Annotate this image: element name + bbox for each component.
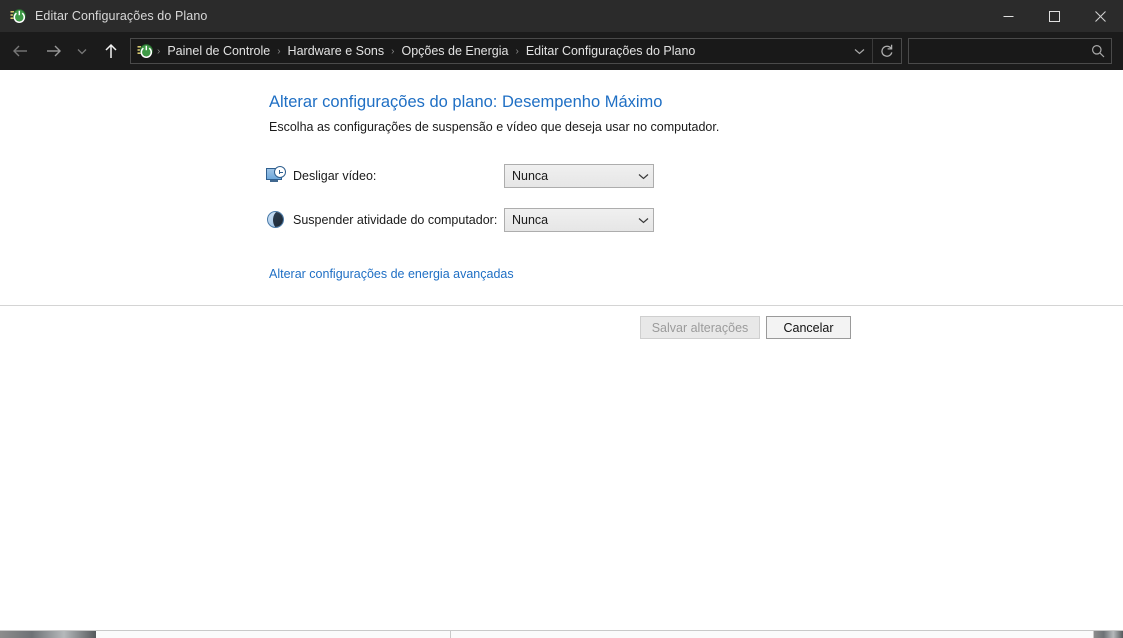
maximize-button[interactable] <box>1031 0 1077 32</box>
chevron-down-icon <box>633 217 653 224</box>
navigation-bar: › Painel de Controle › Hardware e Sons ›… <box>0 32 1123 70</box>
setting-label-sleep: Suspender atividade do computador: <box>293 213 498 227</box>
breadcrumb-separator: › <box>391 45 395 57</box>
breadcrumb-item-hardware-sound[interactable]: Hardware e Sons <box>283 42 390 60</box>
window-titlebar: Editar Configurações do Plano <box>0 0 1123 32</box>
combo-value-turn-off-display: Nunca <box>512 169 549 183</box>
setting-label-turn-off-display: Desligar vídeo: <box>293 169 377 183</box>
taskbar-thumbnail[interactable] <box>1094 631 1123 638</box>
refresh-icon[interactable] <box>873 39 901 63</box>
search-input[interactable] <box>909 44 1085 58</box>
taskbar-segment <box>96 631 451 638</box>
page-title: Alterar configurações do plano: Desempen… <box>269 93 663 111</box>
sleep-moon-icon <box>266 210 286 230</box>
taskbar-sliver <box>0 630 1123 638</box>
cancel-button[interactable]: Cancelar <box>766 316 851 339</box>
close-button[interactable] <box>1077 0 1123 32</box>
breadcrumb-separator: › <box>277 45 281 57</box>
breadcrumb-power-icon <box>137 43 153 59</box>
up-button[interactable] <box>98 38 124 64</box>
breadcrumb-item-control-panel[interactable]: Painel de Controle <box>162 42 275 60</box>
combo-value-sleep: Nunca <box>512 213 549 227</box>
search-icon[interactable] <box>1085 39 1111 63</box>
setting-row-sleep: Suspender atividade do computador: <box>266 208 497 232</box>
save-changes-button[interactable]: Salvar alterações <box>640 316 760 339</box>
breadcrumb: › Painel de Controle › Hardware e Sons ›… <box>155 42 846 60</box>
address-chevron-down-icon[interactable] <box>846 39 872 63</box>
window-title: Editar Configurações do Plano <box>35 9 208 23</box>
button-bar: Salvar alterações Cancelar <box>0 306 1123 350</box>
window-controls <box>985 0 1123 32</box>
content-area: Alterar configurações do plano: Desempen… <box>0 70 1123 306</box>
taskbar-segment <box>451 631 1094 638</box>
combo-turn-off-display[interactable]: Nunca <box>504 164 654 188</box>
recent-pages-chevron-down-icon[interactable] <box>73 38 91 64</box>
power-plan-icon <box>10 8 26 24</box>
breadcrumb-separator: › <box>157 45 161 57</box>
minimize-button[interactable] <box>985 0 1031 32</box>
search-box[interactable] <box>908 38 1112 64</box>
page-subtitle: Escolha as configurações de suspensão e … <box>269 120 720 134</box>
display-clock-icon <box>266 166 286 186</box>
back-button[interactable] <box>7 38 33 64</box>
setting-row-turn-off-display: Desligar vídeo: <box>266 164 376 188</box>
combo-sleep[interactable]: Nunca <box>504 208 654 232</box>
breadcrumb-item-edit-plan-settings[interactable]: Editar Configurações do Plano <box>521 42 701 60</box>
forward-button[interactable] <box>41 38 67 64</box>
power-plan-settings-window: Editar Configurações do Plano › Painel d… <box>0 0 1123 638</box>
chevron-down-icon <box>633 173 653 180</box>
breadcrumb-separator: › <box>515 45 519 57</box>
breadcrumb-item-power-options[interactable]: Opções de Energia <box>396 42 513 60</box>
address-bar[interactable]: › Painel de Controle › Hardware e Sons ›… <box>130 38 902 64</box>
advanced-power-settings-link[interactable]: Alterar configurações de energia avançad… <box>269 267 514 281</box>
taskbar-thumbnail[interactable] <box>0 631 96 638</box>
